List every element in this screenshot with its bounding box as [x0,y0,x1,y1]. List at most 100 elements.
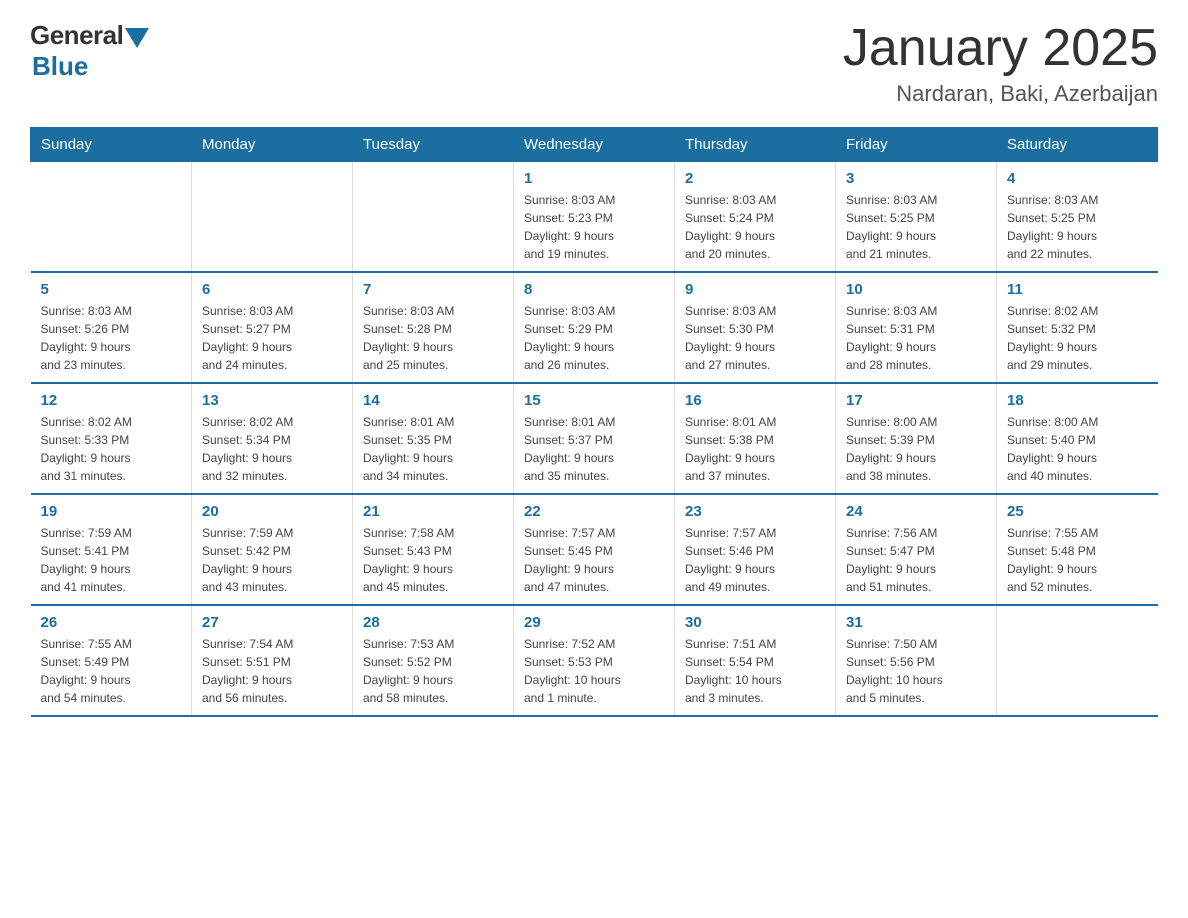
calendar-header-row: SundayMondayTuesdayWednesdayThursdayFrid… [31,128,1158,162]
day-info: Sunrise: 7:53 AM Sunset: 5:52 PM Dayligh… [363,635,503,707]
header-saturday: Saturday [997,128,1158,162]
location: Nardaran, Baki, Azerbaijan [843,81,1158,107]
header-thursday: Thursday [675,128,836,162]
header-sunday: Sunday [31,128,192,162]
day-number: 7 [363,281,503,298]
day-info: Sunrise: 8:03 AM Sunset: 5:26 PM Dayligh… [41,302,182,374]
calendar-cell: 18 Sunrise: 8:00 AM Sunset: 5:40 PM Dayli… [997,383,1158,494]
day-info: Sunrise: 8:01 AM Sunset: 5:35 PM Dayligh… [363,413,503,485]
day-number: 2 [685,170,825,187]
calendar-cell: 24 Sunrise: 7:56 AM Sunset: 5:47 PM Dayli… [836,494,997,605]
calendar-cell: 17 Sunrise: 8:00 AM Sunset: 5:39 PM Dayli… [836,383,997,494]
day-info: Sunrise: 7:57 AM Sunset: 5:45 PM Dayligh… [524,524,664,596]
day-info: Sunrise: 7:52 AM Sunset: 5:53 PM Dayligh… [524,635,664,707]
logo-blue-text: Blue [32,51,88,82]
calendar-cell: 9 Sunrise: 8:03 AM Sunset: 5:30 PM Daylig… [675,272,836,383]
day-number: 31 [846,614,986,631]
calendar-week-row: 1Sunrise: 8:03 AM Sunset: 5:23 PM Daylig… [31,162,1158,273]
calendar-cell: 31 Sunrise: 7:50 AM Sunset: 5:56 PM Dayli… [836,605,997,716]
day-info: Sunrise: 8:01 AM Sunset: 5:38 PM Dayligh… [685,413,825,485]
day-number: 20 [202,503,342,520]
day-number: 28 [363,614,503,631]
calendar-cell: 8Sunrise: 8:03 AM Sunset: 5:29 PM Daylig… [514,272,675,383]
day-number: 11 [1007,281,1148,298]
calendar-cell: 14 Sunrise: 8:01 AM Sunset: 5:35 PM Dayli… [353,383,514,494]
day-number: 12 [41,392,182,409]
calendar-week-row: 12 Sunrise: 8:02 AM Sunset: 5:33 PM Dayli… [31,383,1158,494]
calendar-cell: 29Sunrise: 7:52 AM Sunset: 5:53 PM Dayli… [514,605,675,716]
day-info: Sunrise: 8:00 AM Sunset: 5:40 PM Dayligh… [1007,413,1148,485]
day-info: Sunrise: 7:59 AM Sunset: 5:42 PM Dayligh… [202,524,342,596]
day-info: Sunrise: 7:57 AM Sunset: 5:46 PM Dayligh… [685,524,825,596]
title-section: January 2025 Nardaran, Baki, Azerbaijan [843,20,1158,107]
day-number: 10 [846,281,986,298]
calendar-cell: 12 Sunrise: 8:02 AM Sunset: 5:33 PM Dayli… [31,383,192,494]
calendar-week-row: 19 Sunrise: 7:59 AM Sunset: 5:41 PM Dayli… [31,494,1158,605]
day-number: 19 [41,503,182,520]
day-info: Sunrise: 8:03 AM Sunset: 5:31 PM Dayligh… [846,302,986,374]
day-info: Sunrise: 7:58 AM Sunset: 5:43 PM Dayligh… [363,524,503,596]
day-number: 17 [846,392,986,409]
day-info: Sunrise: 7:55 AM Sunset: 5:49 PM Dayligh… [41,635,182,707]
calendar-cell: 3Sunrise: 8:03 AM Sunset: 5:25 PM Daylig… [836,162,997,273]
header-wednesday: Wednesday [514,128,675,162]
day-info: Sunrise: 8:03 AM Sunset: 5:23 PM Dayligh… [524,191,664,263]
day-number: 6 [202,281,342,298]
calendar-cell: 28 Sunrise: 7:53 AM Sunset: 5:52 PM Dayli… [353,605,514,716]
calendar-cell: 6 Sunrise: 8:03 AM Sunset: 5:27 PM Daylig… [192,272,353,383]
day-info: Sunrise: 8:02 AM Sunset: 5:34 PM Dayligh… [202,413,342,485]
calendar-cell: 27 Sunrise: 7:54 AM Sunset: 5:51 PM Dayli… [192,605,353,716]
day-info: Sunrise: 8:03 AM Sunset: 5:29 PM Dayligh… [524,302,664,374]
logo-triangle-icon [125,28,149,48]
calendar-cell: 1Sunrise: 8:03 AM Sunset: 5:23 PM Daylig… [514,162,675,273]
day-number: 14 [363,392,503,409]
calendar-table: SundayMondayTuesdayWednesdayThursdayFrid… [30,127,1158,717]
calendar-cell: 25 Sunrise: 7:55 AM Sunset: 5:48 PM Dayli… [997,494,1158,605]
day-info: Sunrise: 8:00 AM Sunset: 5:39 PM Dayligh… [846,413,986,485]
calendar-cell: 23 Sunrise: 7:57 AM Sunset: 5:46 PM Dayli… [675,494,836,605]
day-info: Sunrise: 8:02 AM Sunset: 5:33 PM Dayligh… [41,413,182,485]
calendar-cell: 21Sunrise: 7:58 AM Sunset: 5:43 PM Dayli… [353,494,514,605]
calendar-cell [997,605,1158,716]
logo-general-text: General [30,20,123,51]
logo: General Blue [30,20,149,82]
day-number: 9 [685,281,825,298]
day-info: Sunrise: 7:50 AM Sunset: 5:56 PM Dayligh… [846,635,986,707]
calendar-cell: 10 Sunrise: 8:03 AM Sunset: 5:31 PM Dayli… [836,272,997,383]
calendar-cell: 20 Sunrise: 7:59 AM Sunset: 5:42 PM Dayli… [192,494,353,605]
calendar-cell: 26Sunrise: 7:55 AM Sunset: 5:49 PM Dayli… [31,605,192,716]
day-info: Sunrise: 8:02 AM Sunset: 5:32 PM Dayligh… [1007,302,1148,374]
calendar-cell: 15Sunrise: 8:01 AM Sunset: 5:37 PM Dayli… [514,383,675,494]
day-info: Sunrise: 7:55 AM Sunset: 5:48 PM Dayligh… [1007,524,1148,596]
day-info: Sunrise: 8:03 AM Sunset: 5:30 PM Dayligh… [685,302,825,374]
day-number: 23 [685,503,825,520]
calendar-cell [31,162,192,273]
calendar-cell: 16Sunrise: 8:01 AM Sunset: 5:38 PM Dayli… [675,383,836,494]
calendar-cell: 5 Sunrise: 8:03 AM Sunset: 5:26 PM Daylig… [31,272,192,383]
day-number: 4 [1007,170,1148,187]
day-number: 15 [524,392,664,409]
calendar-cell: 2Sunrise: 8:03 AM Sunset: 5:24 PM Daylig… [675,162,836,273]
day-number: 13 [202,392,342,409]
day-number: 25 [1007,503,1148,520]
calendar-cell: 30Sunrise: 7:51 AM Sunset: 5:54 PM Dayli… [675,605,836,716]
calendar-week-row: 5 Sunrise: 8:03 AM Sunset: 5:26 PM Daylig… [31,272,1158,383]
header-monday: Monday [192,128,353,162]
calendar-cell [353,162,514,273]
day-info: Sunrise: 7:59 AM Sunset: 5:41 PM Dayligh… [41,524,182,596]
day-info: Sunrise: 8:03 AM Sunset: 5:27 PM Dayligh… [202,302,342,374]
day-number: 5 [41,281,182,298]
day-info: Sunrise: 7:56 AM Sunset: 5:47 PM Dayligh… [846,524,986,596]
header-friday: Friday [836,128,997,162]
day-info: Sunrise: 7:51 AM Sunset: 5:54 PM Dayligh… [685,635,825,707]
day-number: 24 [846,503,986,520]
day-number: 22 [524,503,664,520]
day-info: Sunrise: 7:54 AM Sunset: 5:51 PM Dayligh… [202,635,342,707]
day-number: 27 [202,614,342,631]
calendar-cell: 7Sunrise: 8:03 AM Sunset: 5:28 PM Daylig… [353,272,514,383]
day-number: 18 [1007,392,1148,409]
day-info: Sunrise: 8:03 AM Sunset: 5:25 PM Dayligh… [846,191,986,263]
month-title: January 2025 [843,20,1158,77]
calendar-cell: 19 Sunrise: 7:59 AM Sunset: 5:41 PM Dayli… [31,494,192,605]
day-info: Sunrise: 8:03 AM Sunset: 5:25 PM Dayligh… [1007,191,1148,263]
